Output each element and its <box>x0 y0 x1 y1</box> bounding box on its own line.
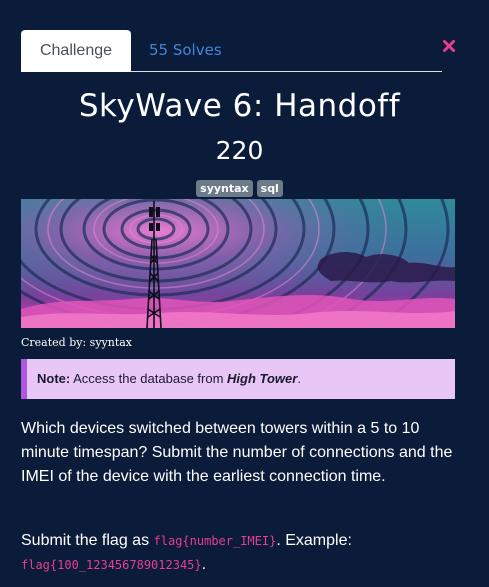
tag-author: syyntax <box>196 180 253 197</box>
flag-prefix: Submit the flag as <box>21 532 154 549</box>
flag-middle: . Example: <box>276 532 352 549</box>
challenge-tabs: Challenge 55 Solves <box>21 30 442 72</box>
challenge-description: Which devices switched between towers wi… <box>21 420 453 485</box>
challenge-modal: Challenge 55 Solves SkyWave 6: Handoff 2… <box>0 0 489 587</box>
flag-suffix: . <box>201 556 207 573</box>
radio-tower-image <box>21 199 455 328</box>
created-by: Created by: syyntax <box>21 336 133 349</box>
note-end: . <box>297 371 301 386</box>
note-emphasis: High Tower <box>227 371 298 386</box>
challenge-title: SkyWave 6: Handoff <box>78 88 401 124</box>
challenge-points: 220 <box>215 136 264 165</box>
note-callout: Note: Access the database from High Towe… <box>21 359 455 399</box>
flag-instructions: Submit the flag as flag{number_IMEI}. Ex… <box>21 529 461 577</box>
note-label: Note: <box>37 371 71 386</box>
tab-solves[interactable]: 55 Solves <box>149 30 222 71</box>
tab-challenge[interactable]: Challenge <box>21 30 131 72</box>
challenge-tags: syyntax sql <box>0 180 479 197</box>
close-button[interactable] <box>443 40 457 54</box>
flag-format: flag{number_IMEI} <box>153 534 277 548</box>
tag-category: sql <box>256 180 283 197</box>
note-text: Access the database from <box>70 371 228 386</box>
flag-example: flag{100_123456789012345} <box>21 558 202 572</box>
close-icon <box>443 40 455 52</box>
